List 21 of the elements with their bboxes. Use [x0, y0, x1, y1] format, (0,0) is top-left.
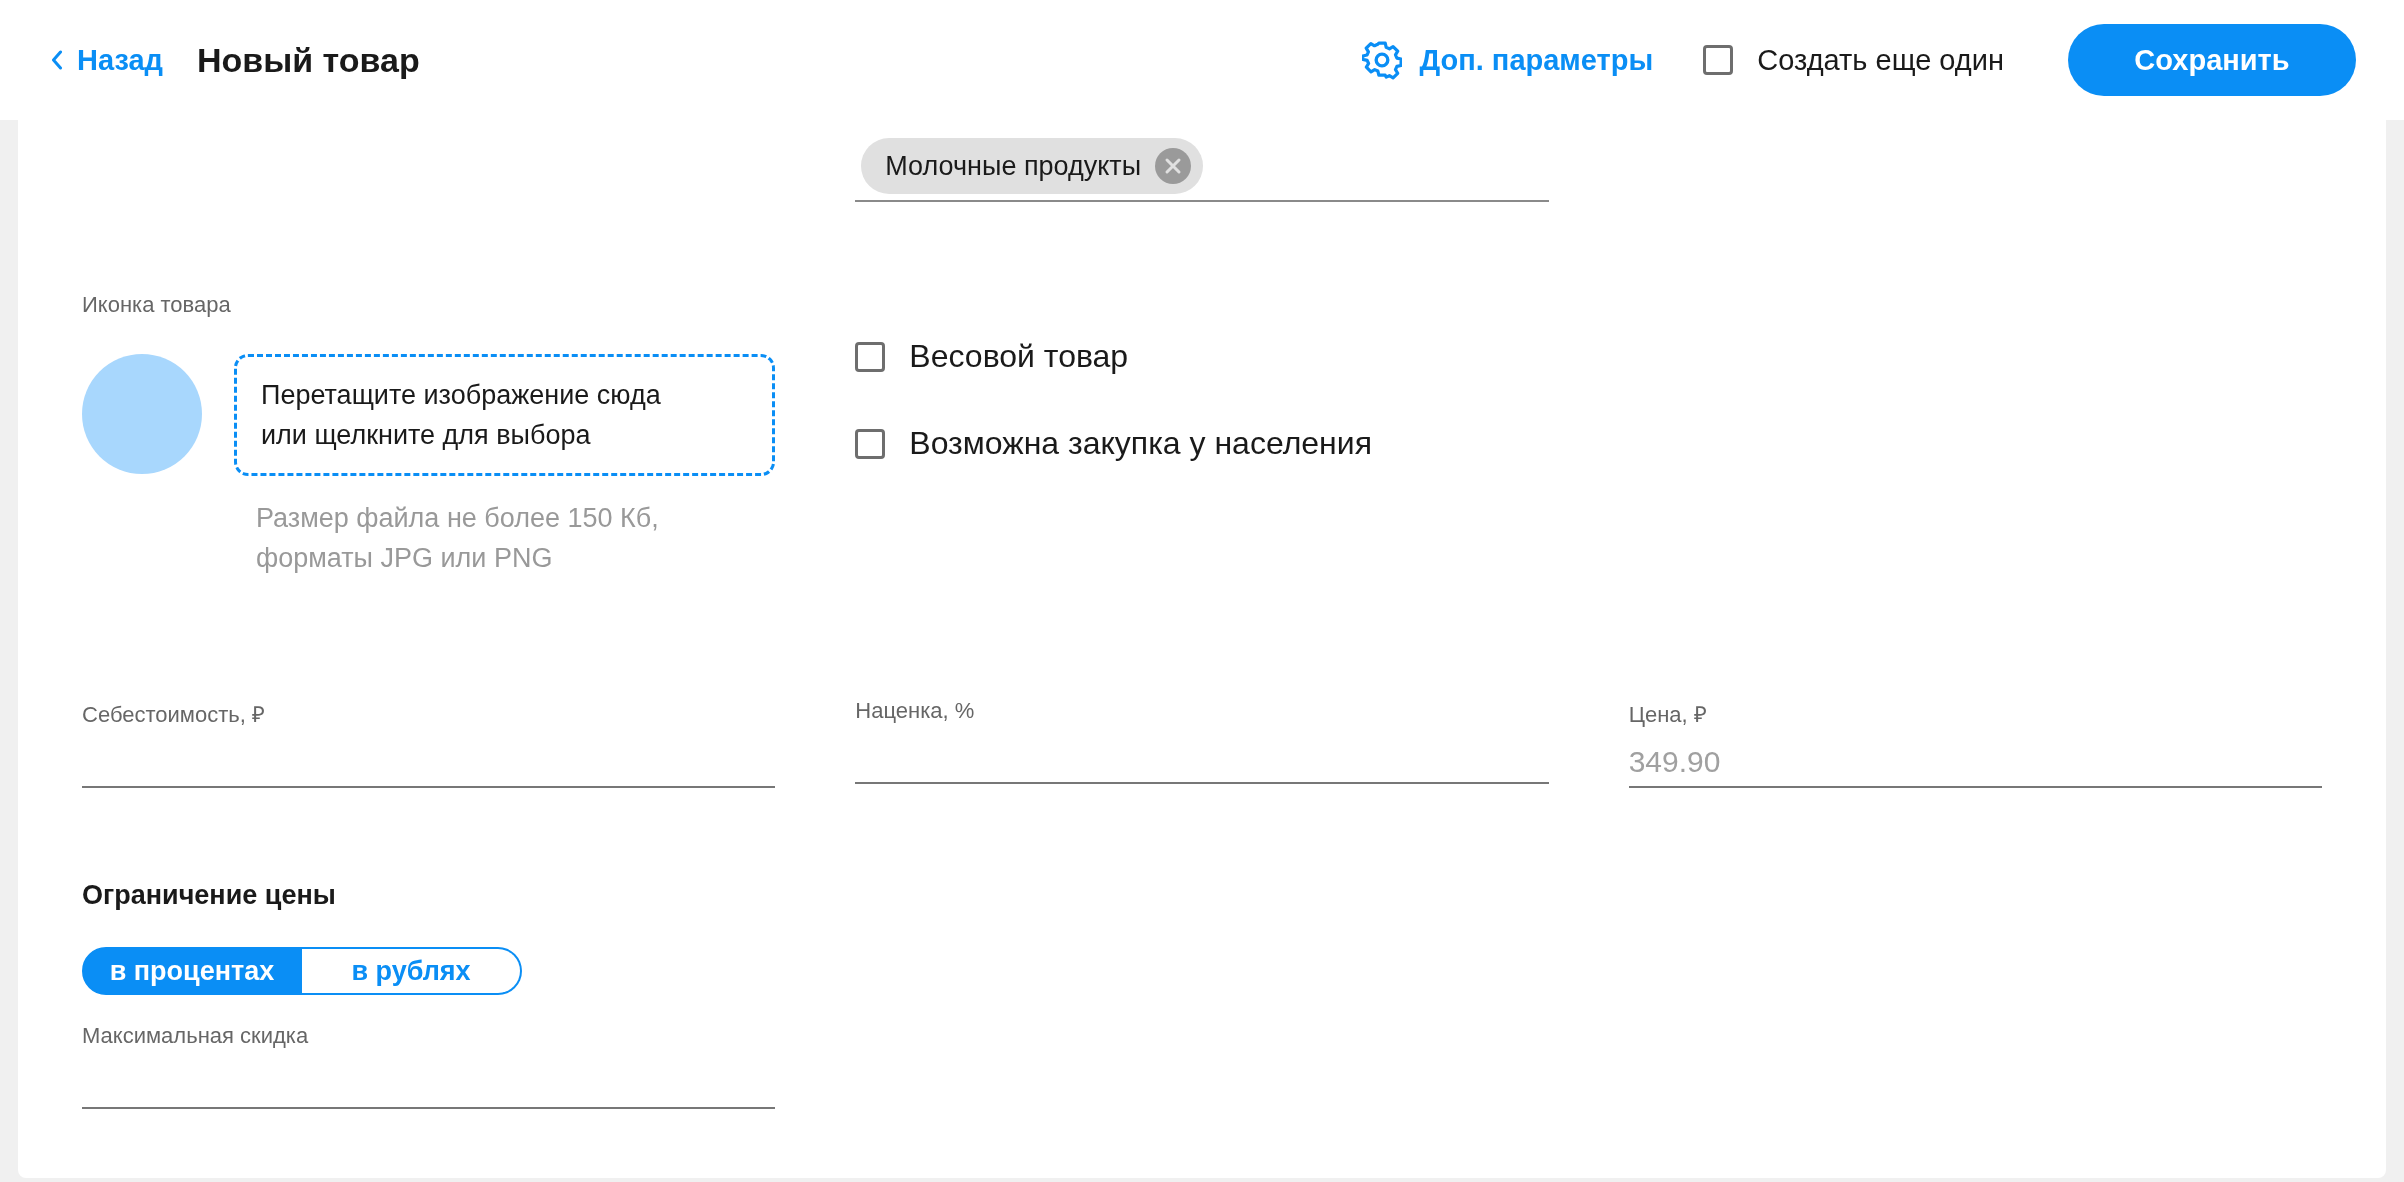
create-another-checkbox[interactable]: Создать еще один	[1703, 43, 2004, 77]
chip-label: Молочные продукты	[885, 150, 1142, 182]
page-title: Новый товар	[197, 40, 420, 80]
option-checkbox[interactable]: Возможна закупка у населения	[855, 425, 1549, 462]
mode-tab[interactable]: в рублях	[302, 947, 522, 995]
field-label: Себестоимость, ₽	[82, 701, 266, 728]
chevron-left-icon	[50, 50, 63, 70]
field-label: Иконка товара	[82, 292, 232, 318]
settings-icon	[1361, 40, 1402, 80]
mode-tab[interactable]: в процентах	[82, 947, 302, 995]
option-checkbox[interactable]: Весовой товар	[855, 338, 1549, 375]
input-field[interactable]: 349.90	[1628, 736, 2322, 788]
field-label: Максимальная скидка	[82, 1023, 310, 1049]
section-title: Ограничение цены	[82, 880, 337, 911]
back-link[interactable]: Назад	[50, 43, 163, 77]
extra-parameters-link[interactable]: Доп. параметры	[1361, 40, 1654, 80]
field-label: Цена, ₽	[1628, 701, 1708, 728]
save-button[interactable]: Сохранить	[2068, 24, 2356, 96]
file-hint: Размер файла не более 150 Кб, форматы JPG или PNG	[256, 502, 660, 575]
image-dropzone[interactable]: Перетащите изображение сюда или щелкните для выбора	[234, 354, 776, 476]
field-label: Наценка, %	[855, 698, 976, 724]
